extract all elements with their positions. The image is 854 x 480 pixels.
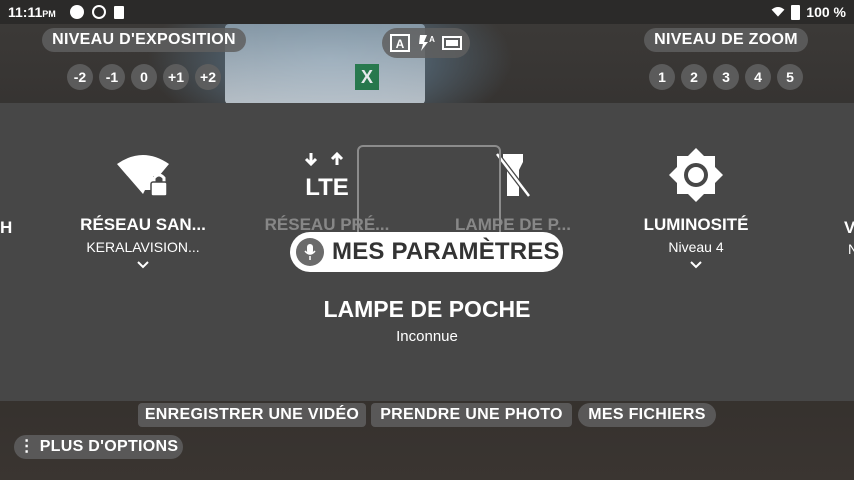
zoom-level-label[interactable]: NIVEAU DE ZOOM [644, 28, 808, 52]
wifi-lock-icon [117, 155, 169, 197]
exposure-minus-2[interactable]: -2 [67, 64, 93, 90]
tile-wifi-subtitle: KERALAVISION... [86, 239, 200, 255]
sdcard-icon [114, 5, 124, 19]
status-bar: 11:11PM 100 % [0, 0, 854, 24]
zoom-1[interactable]: 1 [649, 64, 675, 90]
chevron-down-icon[interactable] [58, 257, 228, 273]
zoom-2[interactable]: 2 [681, 64, 707, 90]
battery-icon [791, 4, 801, 20]
my-settings-label: MES PARAMÈTRES [332, 238, 560, 265]
more-options-icon: ⋮ [18, 438, 35, 455]
auto-focus-icon[interactable]: A [390, 34, 410, 52]
tile-brightness-subtitle: Niveau 4 [668, 239, 724, 255]
flash-auto-icon[interactable]: A [416, 34, 436, 52]
tile-right-edge-subtitle: N [848, 241, 854, 257]
brightness-icon [669, 148, 723, 202]
notification-dot-icon [70, 5, 84, 19]
exposure-plus-1[interactable]: +1 [163, 64, 189, 90]
svg-text:A: A [396, 37, 405, 51]
zoom-4[interactable]: 4 [745, 64, 771, 90]
battery-level: 100 % [806, 4, 846, 20]
tile-wifi-network[interactable]: RÉSEAU SAN... KERALAVISION... [58, 143, 228, 273]
sync-icon [92, 5, 106, 19]
tile-brightness-title: LUMINOSITÉ [643, 215, 749, 234]
wifi-status-icon [771, 7, 785, 17]
tile-brightness[interactable]: LUMINOSITÉ Niveau 4 [611, 143, 781, 273]
aspect-ratio-icon[interactable] [442, 34, 462, 52]
tile-wifi-title: RÉSEAU SAN... [80, 215, 206, 234]
svg-text:LTE: LTE [305, 174, 349, 201]
exposure-plus-2[interactable]: +2 [195, 64, 221, 90]
status-time: 11:11PM [8, 4, 56, 20]
chevron-down-icon[interactable] [611, 257, 781, 273]
exposure-0[interactable]: 0 [131, 64, 157, 90]
selected-setting-title: LAMPE DE POCHE [323, 296, 531, 322]
selected-setting-value: Inconnue [396, 328, 458, 345]
my-files-button[interactable]: MES FICHIERS [578, 403, 716, 427]
tile-right-edge-title[interactable]: V [844, 218, 854, 238]
more-options-button[interactable]: ⋮ PLUS D'OPTIONS [14, 435, 183, 459]
lte-icon: LTE [304, 151, 349, 201]
take-photo-button[interactable]: PRENDRE UNE PHOTO [371, 403, 572, 427]
microphone-icon [296, 238, 324, 266]
exposure-level-label[interactable]: NIVEAU D'EXPOSITION [42, 28, 246, 52]
zoom-5[interactable]: 5 [777, 64, 803, 90]
more-options-label: PLUS D'OPTIONS [39, 438, 179, 455]
record-video-button[interactable]: ENREGISTRER UNE VIDÉO [138, 403, 366, 427]
zoom-3[interactable]: 3 [713, 64, 739, 90]
camera-mode-icons[interactable]: A A [382, 28, 470, 58]
svg-text:A: A [429, 35, 435, 44]
excel-logo: X [355, 64, 379, 90]
exposure-minus-1[interactable]: -1 [99, 64, 125, 90]
my-settings-voice-button[interactable]: MES PARAMÈTRES [290, 232, 563, 272]
tile-left-edge-title[interactable]: H [0, 218, 12, 238]
